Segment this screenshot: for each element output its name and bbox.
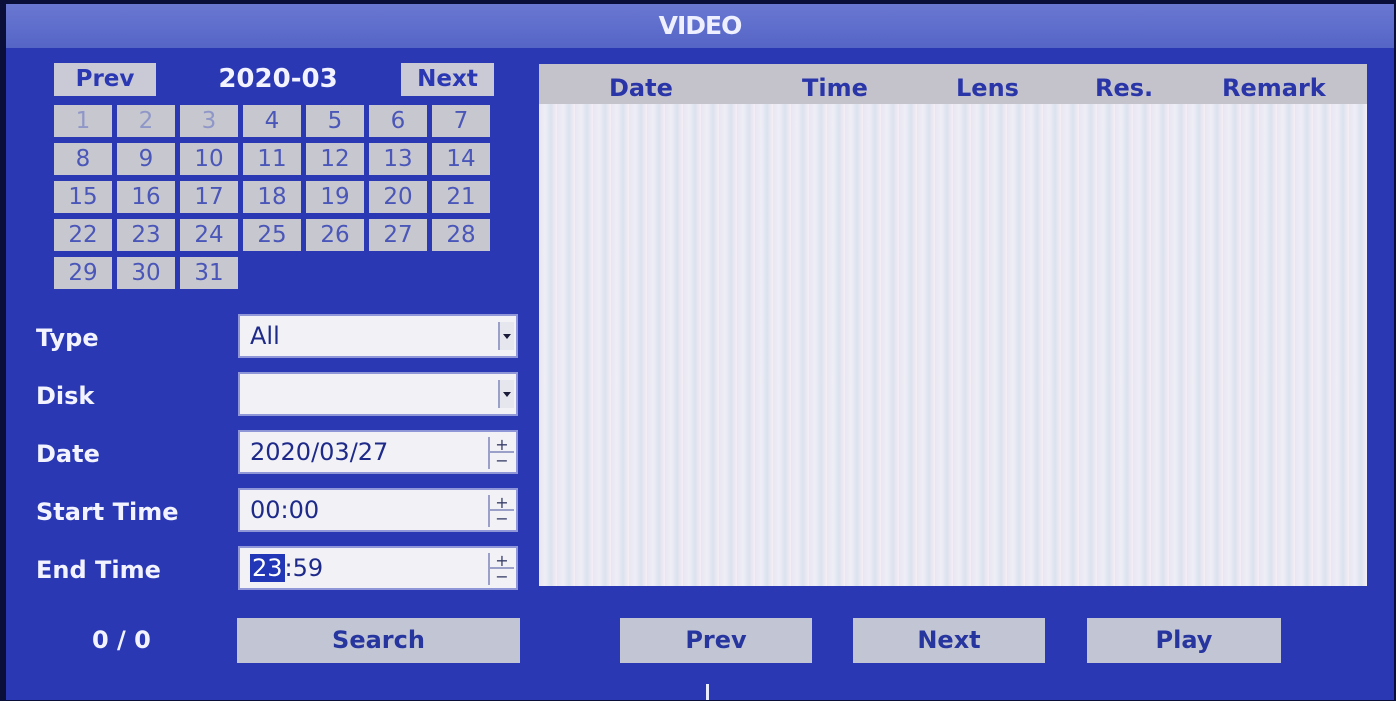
start-time-label: Start Time <box>36 498 179 526</box>
calendar-day-20[interactable]: 20 <box>369 181 427 213</box>
calendar-day-18[interactable]: 18 <box>243 181 301 213</box>
calendar-day-26[interactable]: 26 <box>306 219 364 251</box>
prev-page-button[interactable]: Prev <box>620 618 812 663</box>
end-time-hour[interactable]: 23 <box>250 554 285 582</box>
calendar-day-24[interactable]: 24 <box>180 219 238 251</box>
calendar-day-29[interactable]: 29 <box>54 257 112 289</box>
calendar-day-8[interactable]: 8 <box>54 143 112 175</box>
calendar-day-10[interactable]: 10 <box>180 143 238 175</box>
calendar-day-25[interactable]: 25 <box>243 219 301 251</box>
calendar-day-11[interactable]: 11 <box>243 143 301 175</box>
calendar-day-27[interactable]: 27 <box>369 219 427 251</box>
column-lens: Lens <box>956 74 1019 102</box>
column-remark: Remark <box>1222 74 1326 102</box>
end-time-field[interactable]: 23:59 + − <box>238 546 518 590</box>
start-time-value: 00:00 <box>250 496 320 524</box>
calendar-day-4[interactable]: 4 <box>243 105 301 137</box>
type-value: All <box>250 322 280 350</box>
date-label: Date <box>36 440 100 468</box>
calendar-month: 2020-03 <box>218 64 338 94</box>
calendar-day-7[interactable]: 7 <box>432 105 490 137</box>
play-button[interactable]: Play <box>1087 618 1281 663</box>
calendar-day-16[interactable]: 16 <box>117 181 175 213</box>
calendar-day-6[interactable]: 6 <box>369 105 427 137</box>
calendar-next-button[interactable]: Next <box>401 63 494 96</box>
calendar-day-23[interactable]: 23 <box>117 219 175 251</box>
cursor-marker <box>706 684 709 700</box>
search-button[interactable]: Search <box>237 618 520 663</box>
calendar-day-3[interactable]: 3 <box>180 105 238 137</box>
end-time-spinner-icon[interactable]: + − <box>488 553 514 585</box>
calendar-day-9[interactable]: 9 <box>117 143 175 175</box>
disk-dropdown-icon[interactable] <box>498 380 514 408</box>
calendar-day-17[interactable]: 17 <box>180 181 238 213</box>
calendar-day-14[interactable]: 14 <box>432 143 490 175</box>
calendar-day-21[interactable]: 21 <box>432 181 490 213</box>
record-table: Date Time Lens Res. Remark <box>539 64 1367 586</box>
disk-select[interactable] <box>238 372 518 416</box>
date-field[interactable]: 2020/03/27 + − <box>238 430 518 474</box>
column-date: Date <box>609 74 673 102</box>
calendar-day-12[interactable]: 12 <box>306 143 364 175</box>
calendar-day-22[interactable]: 22 <box>54 219 112 251</box>
disk-label: Disk <box>36 382 95 410</box>
date-spinner-icon[interactable]: + − <box>488 437 514 469</box>
end-time-minute[interactable]: 59 <box>293 554 324 582</box>
window-title: VIDEO <box>6 4 1394 48</box>
calendar-day-28[interactable]: 28 <box>432 219 490 251</box>
type-select[interactable]: All <box>238 314 518 358</box>
type-label: Type <box>36 324 99 352</box>
calendar-day-5[interactable]: 5 <box>306 105 364 137</box>
calendar-prev-button[interactable]: Prev <box>54 63 156 96</box>
calendar-day-13[interactable]: 13 <box>369 143 427 175</box>
record-count: 0 / 0 <box>92 626 151 654</box>
column-res: Res. <box>1095 74 1154 102</box>
calendar-day-2[interactable]: 2 <box>117 105 175 137</box>
start-time-spinner-icon[interactable]: + − <box>488 495 514 527</box>
calendar-day-30[interactable]: 30 <box>117 257 175 289</box>
calendar-day-15[interactable]: 15 <box>54 181 112 213</box>
column-time: Time <box>802 74 868 102</box>
video-screen: VIDEO Prev 2020-03 Next 1 2 3 4 5 6 7 8 9 10 11 12 1… <box>6 4 1394 700</box>
end-time-label: End Time <box>36 556 161 584</box>
next-page-button[interactable]: Next <box>853 618 1045 663</box>
calendar-day-31[interactable]: 31 <box>180 257 238 289</box>
type-dropdown-icon[interactable] <box>498 322 514 350</box>
date-value: 2020/03/27 <box>250 438 389 466</box>
end-time-value: 23:59 <box>250 554 324 582</box>
calendar-day-19[interactable]: 19 <box>306 181 364 213</box>
start-time-field[interactable]: 00:00 + − <box>238 488 518 532</box>
calendar-day-1[interactable]: 1 <box>54 105 112 137</box>
table-header: Date Time Lens Res. Remark <box>539 64 1367 104</box>
